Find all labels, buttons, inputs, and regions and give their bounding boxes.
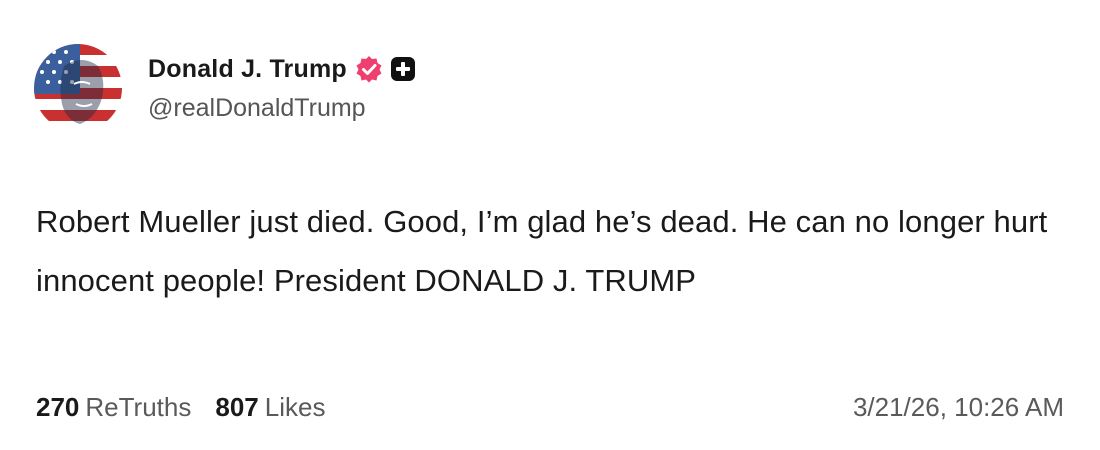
verified-badge-icon [355,55,383,83]
post-body-text: Robert Mueller just died. Good, I’m glad… [36,204,1048,298]
flag-portrait-icon [34,44,122,132]
author-display-name[interactable]: Donald J. Trump [148,55,347,84]
likes-count: 807 [215,392,259,422]
post-timestamp[interactable]: 3/21/26, 10:26 AM [853,392,1064,423]
retruths-stat[interactable]: 270 ReTruths [36,392,191,423]
retruths-count: 270 [36,392,80,422]
author-block: Donald J. Trump @realDonaldTrump [148,52,415,123]
likes-label: Likes [264,392,326,422]
retruths-label: ReTruths [85,392,192,422]
author-avatar[interactable] [34,44,122,132]
post-stats: 270 ReTruths 807 Likes [36,392,325,423]
post-card: Donald J. Trump @realDonaldTrump Robert … [0,0,1100,450]
likes-stat[interactable]: 807 Likes [215,392,325,423]
author-name-row: Donald J. Trump [148,52,415,86]
author-handle[interactable]: @realDonaldTrump [148,94,415,123]
plus-badge-icon [390,57,415,81]
